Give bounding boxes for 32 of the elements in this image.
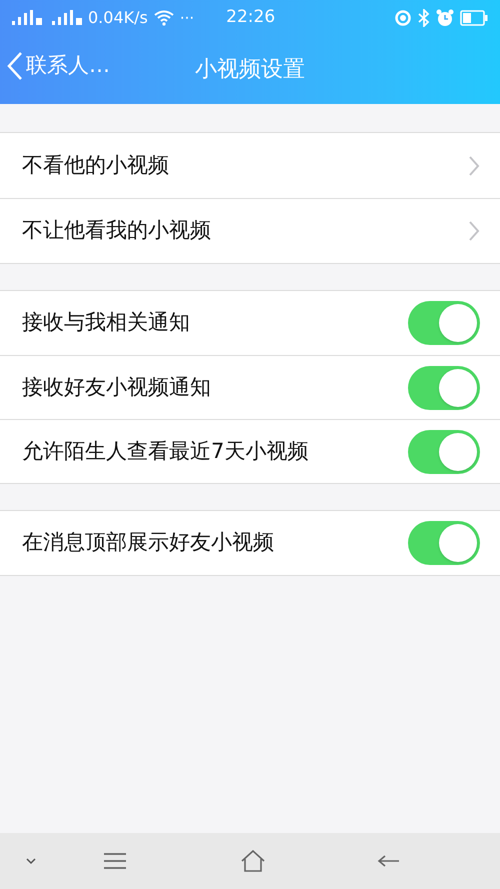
row-label: 允许陌生人查看最近7天小视频 [22,438,310,465]
back-chevron-icon [6,50,24,81]
settings-toggle-row[interactable]: 接收与我相关通知 [0,291,500,355]
row-label: 接收好友小视频通知 [22,374,212,401]
page-title: 小视频设置 [195,56,305,84]
settings-link-row[interactable]: 不让他看我的小视频 [0,198,500,263]
toggle-switch[interactable] [408,366,480,410]
alarm-clock-icon [436,9,454,27]
battery-icon [460,10,488,26]
settings-link-row[interactable]: 不看他的小视频 [0,133,500,198]
row-label: 不看他的小视频 [22,152,170,179]
chevron-right-icon [468,220,480,242]
wifi-icon [154,10,174,26]
toggle-switch[interactable] [408,521,480,565]
network-speed: 0.04K/s [88,7,148,29]
chevron-down-icon[interactable] [25,857,37,865]
settings-toggle-row[interactable]: 在消息顶部展示好友小视频 [0,511,500,575]
row-label: 不让他看我的小视频 [22,217,212,244]
chevron-right-icon [468,154,480,176]
back-arrow-icon[interactable] [377,853,401,869]
bluetooth-icon [418,9,430,27]
toggle-switch[interactable] [408,430,480,474]
home-icon[interactable] [241,850,265,872]
row-label: 在消息顶部展示好友小视频 [22,529,275,556]
menu-icon[interactable] [103,853,127,869]
location-icon [394,9,412,27]
settings-toggle-row[interactable]: 接收好友小视频通知 [0,355,500,419]
settings-toggle-row[interactable]: 允许陌生人查看最近7天小视频 [0,419,500,483]
clock-time: 22:26 [226,6,276,30]
row-label: 接收与我相关通知 [22,309,191,336]
toggle-switch[interactable] [408,301,480,345]
more-indicator: ··· [180,8,194,29]
